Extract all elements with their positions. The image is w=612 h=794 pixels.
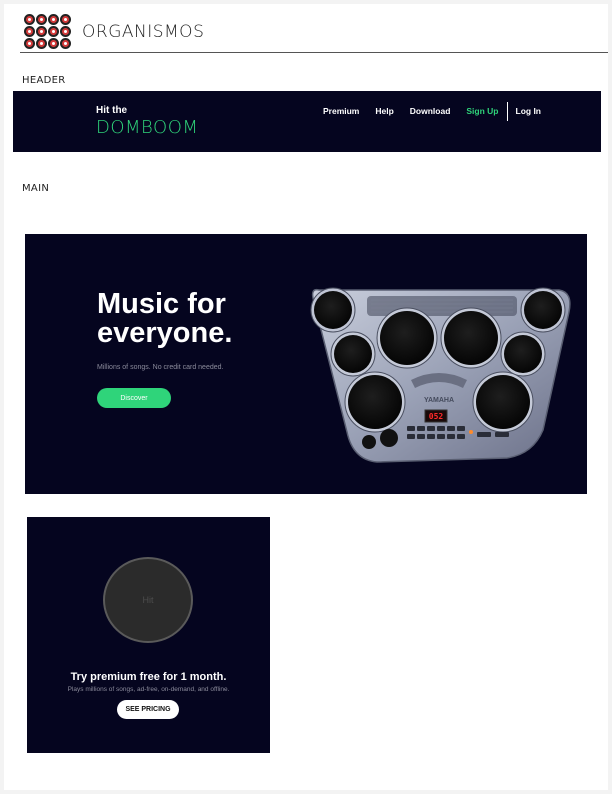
nav-link-premium[interactable]: Premium	[323, 106, 359, 116]
site-header: Hit the DOMBOOM Premium Help Download Si…	[13, 91, 601, 152]
nav-logo[interactable]: Hit the DOMBOOM	[96, 105, 198, 138]
electronic-drum-pad-image-icon: YAMAHA 052	[310, 287, 571, 463]
hero-title: Music for everyone.	[97, 290, 297, 348]
card-circle: Hit	[103, 557, 193, 643]
card-title: Try premium free for 1 month.	[70, 671, 227, 683]
nav-link-log-in[interactable]: Log In	[516, 106, 542, 116]
hero-title-line-2: everyone.	[97, 317, 233, 349]
card-circle-text: Hit	[142, 595, 154, 605]
hero-subtitle: Millions of songs. No credit card needed…	[97, 364, 224, 371]
card-subtitle: Plays millions of songs, ad-free, on-dem…	[67, 686, 230, 693]
hero-banner: Music for everyone. Millions of songs. N…	[25, 234, 587, 494]
header-section-label: HEADER	[22, 75, 66, 86]
hero-title-line-1: Music for	[97, 288, 226, 320]
brand-name: ORGANISMOS	[82, 22, 205, 42]
device-display-value: 052	[429, 412, 444, 421]
nav-logo-small-text: Hit the	[96, 105, 128, 116]
nav-links: Premium Help Download Sign Up Log In	[307, 101, 541, 121]
premium-card: Hit Try premium free for 1 month. Plays …	[27, 517, 270, 753]
discover-button[interactable]: Discover	[97, 388, 171, 408]
brand: ORGANISMOS	[24, 12, 204, 52]
drum-grid-logo-icon	[24, 14, 72, 50]
page: ORGANISMOS HEADER Hit the DOMBOOM Premiu…	[4, 4, 608, 790]
nav-link-help[interactable]: Help	[375, 106, 393, 116]
main-section-label: MAIN	[22, 183, 50, 194]
nav-logo-wordmark: DOMBOOM	[96, 117, 199, 138]
device-brand-text: YAMAHA	[424, 397, 454, 404]
nav-link-download[interactable]: Download	[410, 106, 451, 116]
see-pricing-button[interactable]: SEE PRICING	[117, 700, 179, 719]
brand-divider	[20, 52, 608, 53]
nav-link-sign-up[interactable]: Sign Up	[466, 106, 498, 116]
nav-divider	[506, 101, 508, 121]
